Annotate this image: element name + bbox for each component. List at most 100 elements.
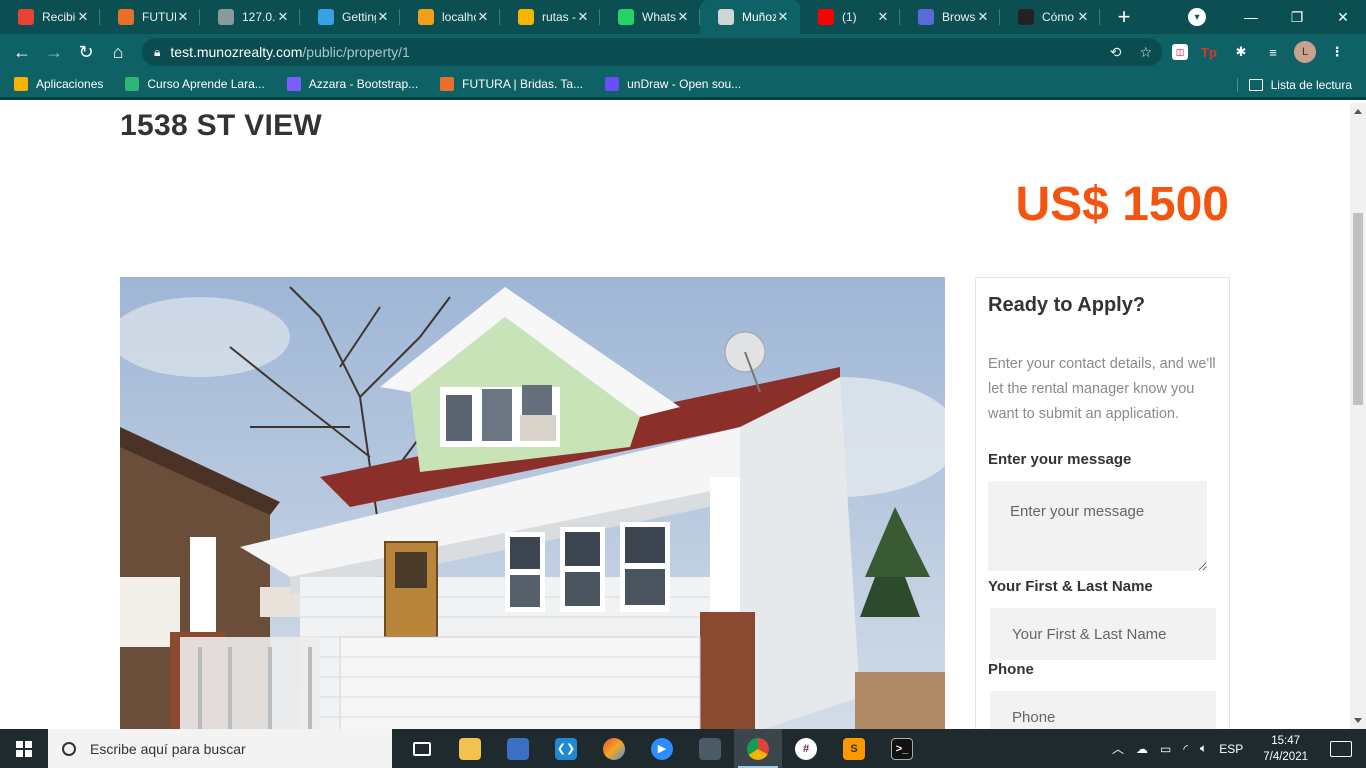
windows-taskbar: Escribe aquí para buscar ❮❯ ▶ # S >_ ︿ ☁…: [0, 729, 1366, 768]
terminal-icon: >_: [891, 737, 913, 760]
scroll-thumb[interactable]: [1353, 213, 1363, 405]
task-view-button[interactable]: [398, 729, 446, 768]
message-textarea[interactable]: [988, 481, 1207, 571]
bookmark-0[interactable]: Aplicaciones: [14, 76, 103, 91]
search-placeholder: Escribe aquí para buscar: [90, 740, 246, 757]
wifi-icon[interactable]: ◜: [1183, 742, 1188, 756]
bookmark-favicon-icon: [440, 76, 455, 91]
bookmark-favicon-icon: [286, 76, 301, 91]
phone-input[interactable]: [990, 691, 1216, 729]
tab-7[interactable]: Muñoz ✕: [700, 0, 800, 34]
sublime-button[interactable]: S: [830, 729, 878, 768]
bookmark-2[interactable]: Azzara - Bootstrap...: [286, 76, 419, 91]
message-label: Enter your message: [988, 451, 1132, 468]
reading-list-button[interactable]: Lista de lectura: [1236, 70, 1352, 100]
property-photo: [120, 277, 945, 729]
tab-1[interactable]: FUTUR✕: [100, 0, 200, 34]
chrome-menu-icon[interactable]: ⋮: [1326, 41, 1348, 63]
scroll-up-arrow[interactable]: [1354, 109, 1362, 114]
bookmark-label: Azzara - Bootstrap...: [308, 76, 419, 91]
property-title: 1538 ST VIEW: [120, 109, 323, 142]
tab-9[interactable]: Browse✕: [900, 0, 1000, 34]
tab-close-icon[interactable]: ✕: [576, 9, 590, 25]
tab-close-icon[interactable]: ✕: [676, 9, 690, 25]
address-bar[interactable]: 🔒︎ test.munozrealty.com/public/property/…: [142, 38, 1162, 66]
vscode-button[interactable]: ❮❯: [542, 729, 590, 768]
reading-list-icon: [1248, 79, 1263, 91]
minimize-button[interactable]: —: [1228, 0, 1274, 34]
media-control-icon[interactable]: ≡: [1262, 41, 1284, 63]
tab-10[interactable]: Cómo ✕: [1000, 0, 1100, 34]
tab-close-icon[interactable]: ✕: [876, 9, 890, 25]
bookmark-star-icon[interactable]: ☆: [1139, 44, 1152, 61]
extension-tp-icon[interactable]: Tp: [1198, 41, 1220, 63]
back-button[interactable]: ←: [6, 36, 38, 68]
lock-icon[interactable]: 🔒︎: [154, 45, 160, 60]
network-app-button[interactable]: [494, 729, 542, 768]
page-scrollbar[interactable]: [1350, 103, 1366, 729]
vscode-icon: ❮❯: [555, 737, 577, 760]
tab-close-icon[interactable]: ✕: [776, 9, 790, 25]
start-button[interactable]: [0, 729, 48, 768]
bookmark-label: FUTURA | Bridas. Ta...: [462, 76, 584, 91]
tab-search-icon[interactable]: ▾: [1188, 8, 1206, 26]
restore-button[interactable]: ❐: [1274, 0, 1320, 34]
file-explorer-button[interactable]: [446, 729, 494, 768]
xampp-icon: [418, 9, 434, 25]
extensions-puzzle-icon[interactable]: ✱: [1230, 41, 1252, 63]
url-text[interactable]: test.munozrealty.com/public/property/1: [170, 44, 409, 60]
battery-icon[interactable]: ▭: [1160, 742, 1171, 756]
tab-close-icon[interactable]: ✕: [976, 9, 990, 25]
scroll-down-arrow[interactable]: [1354, 718, 1362, 723]
tab-6[interactable]: Whats/✕: [600, 0, 700, 34]
new-tab-button[interactable]: +: [1106, 0, 1142, 34]
bookmarks-bar: Aplicaciones Curso Aprende Lara... Azzara …: [0, 70, 1366, 100]
tab-8[interactable]: (1) ✕: [800, 0, 900, 34]
extension-red-icon[interactable]: ◫: [1172, 44, 1188, 60]
language-indicator[interactable]: ESP: [1219, 742, 1243, 756]
volume-icon[interactable]: 🔈︎: [1200, 741, 1207, 756]
zoom-button[interactable]: ▶: [638, 729, 686, 768]
tab-close-icon[interactable]: ✕: [376, 9, 390, 25]
tab-close-icon[interactable]: ✕: [176, 9, 190, 25]
notifications-icon[interactable]: [1330, 740, 1352, 757]
futura-icon: [118, 9, 134, 25]
tab-close-icon[interactable]: ✕: [476, 9, 490, 25]
tab-3[interactable]: Getting✕: [300, 0, 400, 34]
tab-title: Recibid: [42, 10, 76, 24]
profile-avatar[interactable]: L: [1294, 41, 1316, 63]
house-image: [120, 277, 945, 729]
tab-title: (1): [842, 10, 857, 24]
bookmark-3[interactable]: FUTURA | Bridas. Ta...: [440, 76, 584, 91]
bookmark-4[interactable]: unDraw - Open sou...: [605, 76, 741, 91]
tab-4[interactable]: localho✕: [400, 0, 500, 34]
terminal-button[interactable]: >_: [878, 729, 926, 768]
onedrive-icon[interactable]: ☁: [1136, 742, 1148, 756]
property-price: US$ 1500: [1015, 178, 1230, 231]
tab-5[interactable]: rutas - ✕: [500, 0, 600, 34]
tab-close-icon[interactable]: ✕: [76, 9, 90, 25]
tab-close-icon[interactable]: ✕: [1076, 9, 1090, 25]
search-icon: [62, 741, 76, 756]
tab-2[interactable]: 127.0.0✕: [200, 0, 300, 34]
color-app-button[interactable]: [590, 729, 638, 768]
tab-strip: Recibid✕FUTUR✕127.0.0✕Getting✕localho✕ru…: [0, 0, 1366, 34]
chrome-button[interactable]: [734, 729, 782, 768]
taskbar-search[interactable]: Escribe aquí para buscar: [48, 729, 392, 768]
clock[interactable]: 15:47 7/4/2021: [1263, 733, 1308, 765]
reload-button[interactable]: ↻: [70, 36, 102, 68]
tab-close-icon[interactable]: ✕: [276, 9, 290, 25]
name-input[interactable]: [990, 608, 1216, 660]
slack-button[interactable]: #: [782, 729, 830, 768]
app-button[interactable]: [686, 729, 734, 768]
tab-title: localho: [442, 10, 476, 24]
forward-button[interactable]: →: [38, 36, 70, 68]
page-icon: [718, 9, 734, 25]
tab-0[interactable]: Recibid✕: [0, 0, 100, 34]
tab-title: Cómo: [1042, 10, 1075, 24]
bookmark-1[interactable]: Curso Aprende Lara...: [125, 76, 265, 91]
close-window-button[interactable]: ✕: [1320, 0, 1366, 34]
tray-chevron-icon[interactable]: ︿: [1112, 740, 1124, 757]
translate-icon[interactable]: ⟲: [1110, 44, 1122, 61]
home-button[interactable]: ⌂: [102, 36, 134, 68]
